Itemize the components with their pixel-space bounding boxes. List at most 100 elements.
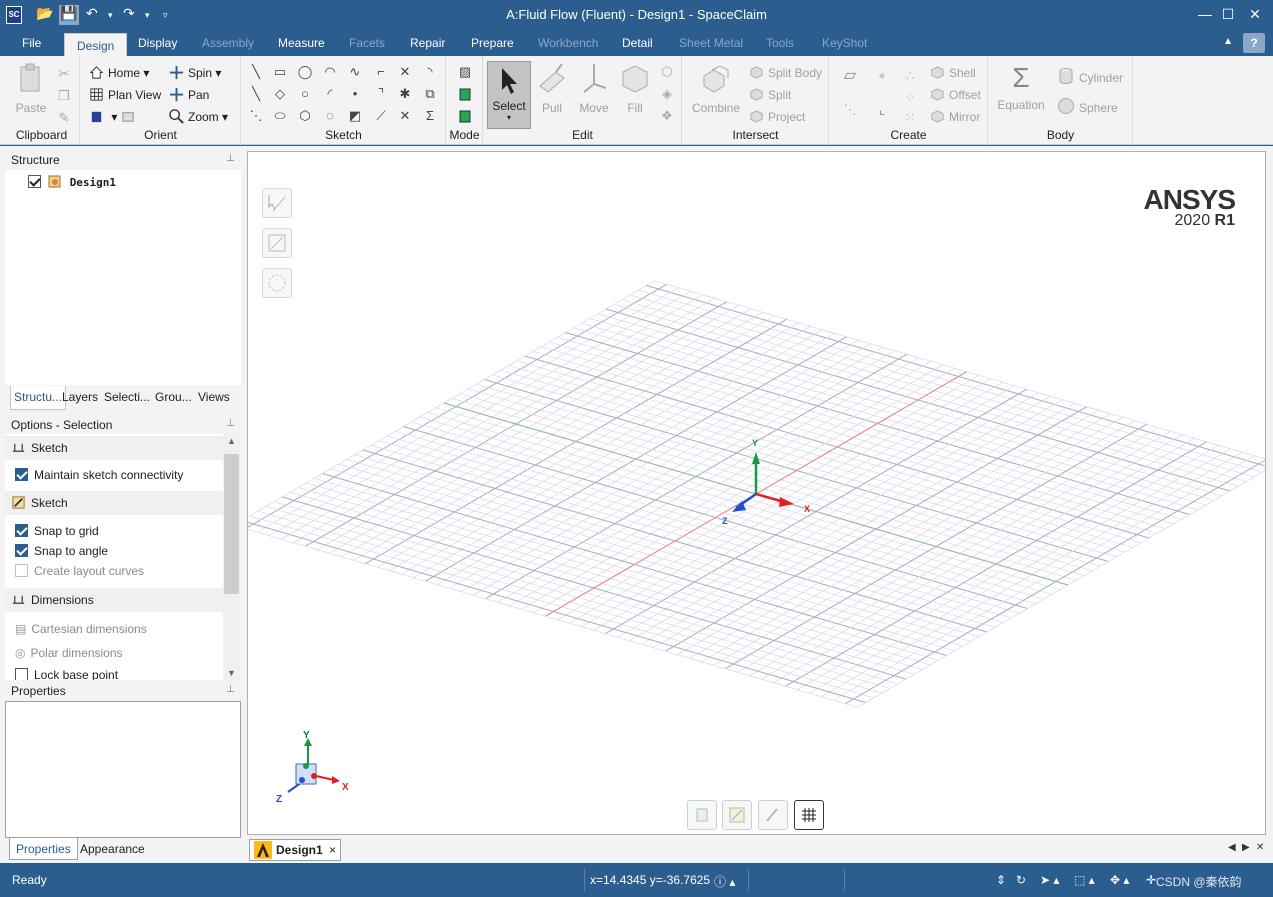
pan-status-icon[interactable]: ✛	[1146, 873, 1156, 887]
snap-grid-option[interactable]: Snap to grid	[15, 524, 99, 538]
move-button[interactable]: Move	[571, 62, 617, 115]
tab-tools[interactable]: Tools	[766, 36, 794, 50]
plan-view-button[interactable]: Plan View	[89, 87, 161, 102]
options-scrollbar[interactable]: ▲ ▼	[223, 434, 240, 680]
corner-icon[interactable]: ⌝	[373, 86, 389, 102]
tree-item-checkbox[interactable]	[28, 175, 41, 188]
split-body-button[interactable]: Split Body	[749, 65, 822, 80]
spin-status-icon[interactable]: ✥ ▴	[1110, 873, 1129, 887]
snap-view-icon[interactable]	[121, 109, 136, 124]
bend-icon[interactable]: ⟋	[373, 108, 389, 124]
tab-measure[interactable]: Measure	[278, 36, 325, 50]
snap-angle-checkbox[interactable]	[15, 544, 28, 557]
subtab-selection[interactable]: Selecti...	[104, 390, 150, 404]
fill-button[interactable]: Fill	[612, 62, 658, 115]
home-button[interactable]: Home ▾	[89, 65, 149, 80]
lock-base-checkbox[interactable]	[15, 668, 28, 680]
box-select-icon[interactable]: ⬚ ▴	[1074, 873, 1095, 887]
spin-button[interactable]: Spin ▾	[169, 65, 221, 80]
scroll-left-icon[interactable]: ◀	[1228, 842, 1236, 853]
pin-icon[interactable]: ⊥	[226, 418, 235, 429]
replace-icon[interactable]: ⬡	[659, 64, 675, 80]
maintain-connectivity-checkbox[interactable]	[15, 468, 28, 481]
cylinder-button[interactable]: Cylinder	[1057, 67, 1123, 85]
pan-button[interactable]: Pan	[169, 87, 209, 102]
equation-button[interactable]: Σ Equation	[995, 62, 1047, 112]
blend-icon[interactable]: ❖	[659, 108, 675, 124]
copy-icon[interactable]: ❐	[56, 88, 72, 104]
collapse-ribbon-icon[interactable]: ▲	[1223, 36, 1233, 47]
tab-workbench[interactable]: Workbench	[538, 36, 598, 50]
trim-icon[interactable]: ✕	[397, 64, 413, 80]
maintain-connectivity-option[interactable]: Maintain sketch connectivity	[15, 468, 183, 482]
rectangle-icon[interactable]: ▭	[272, 64, 288, 80]
select-new-sketch-plane-button[interactable]	[262, 188, 292, 218]
shell-button[interactable]: Shell	[930, 65, 976, 80]
project-button[interactable]: Project	[749, 109, 805, 124]
3d-mode-viewport-button[interactable]	[687, 800, 717, 830]
extend-icon[interactable]: ✕	[397, 108, 413, 124]
plane-icon[interactable]: ▱	[842, 68, 858, 84]
sphere-button[interactable]: Sphere	[1057, 97, 1118, 115]
sweep-arc-icon[interactable]: ◌	[322, 108, 338, 124]
document-tab-design1[interactable]: Design1 ×	[249, 839, 342, 861]
fillet-icon[interactable]: ⌐	[373, 64, 389, 80]
section-mode-icon[interactable]	[457, 86, 473, 102]
tab-properties[interactable]: Properties	[9, 838, 78, 860]
tab-display[interactable]: Display	[138, 36, 177, 50]
rotate-view-icon[interactable]: ↻	[1016, 873, 1026, 887]
show-grid-button[interactable]	[794, 800, 824, 830]
create-layout-option[interactable]: Create layout curves	[15, 564, 144, 578]
tab-prepare[interactable]: Prepare	[471, 36, 514, 50]
view-cube-button[interactable]: ▾	[89, 109, 140, 124]
polygon-icon[interactable]: ⬡	[297, 108, 313, 124]
line-icon[interactable]: ╲	[248, 64, 264, 80]
create-layout-checkbox[interactable]	[15, 564, 28, 577]
offset-curve-icon[interactable]: ◝	[422, 64, 438, 80]
select-button[interactable]: Select ▾	[487, 61, 531, 129]
tangent-line-icon[interactable]: ╲	[248, 86, 264, 102]
maximize-icon[interactable]: ☐	[1213, 6, 1243, 26]
sketch-mode-viewport-button[interactable]	[722, 800, 752, 830]
pull-button[interactable]: Pull	[529, 62, 575, 115]
tab-sheet-metal[interactable]: Sheet Metal	[679, 36, 743, 50]
subtab-structure[interactable]: Structu...	[10, 386, 67, 410]
snap-angle-option[interactable]: Snap to angle	[15, 544, 108, 558]
coordinate-system-icon[interactable]: ⌞	[874, 102, 890, 118]
select-mode-icon[interactable]: ➤ ▴	[1040, 873, 1059, 887]
face-curve-icon[interactable]: ◩	[347, 108, 363, 124]
tab-file[interactable]: File	[22, 36, 41, 50]
circle-icon[interactable]: ◯	[297, 64, 313, 80]
origin-icon[interactable]: ⌖	[874, 68, 890, 84]
section-mode-viewport-button[interactable]	[758, 800, 788, 830]
tab-assembly[interactable]: Assembly	[202, 36, 254, 50]
cartesian-option[interactable]: ▤ Cartesian dimensions	[15, 622, 147, 636]
move-grid-button[interactable]	[262, 228, 292, 258]
copy-curve-icon[interactable]: ⧉	[422, 86, 438, 102]
arc-icon[interactable]: ◠	[322, 64, 338, 80]
tab-detail[interactable]: Detail	[622, 36, 653, 50]
combine-button[interactable]: Combine	[692, 62, 740, 115]
lock-base-option[interactable]: Lock base point	[15, 668, 118, 680]
sigma-sketch-icon[interactable]: Σ	[422, 108, 438, 124]
3d-mode-icon[interactable]	[457, 108, 473, 124]
subtab-layers[interactable]: Layers	[62, 390, 98, 404]
format-painter-icon[interactable]: ✎	[56, 110, 72, 126]
axis-icon[interactable]: ⋱	[842, 102, 858, 118]
scroll-up-icon[interactable]: ▲	[227, 436, 236, 446]
snap-grid-checkbox[interactable]	[15, 524, 28, 537]
tweak-face-icon[interactable]: ◈	[659, 86, 675, 102]
split-line-icon[interactable]: ✱	[397, 86, 413, 102]
mirror-button[interactable]: Mirror	[930, 109, 980, 124]
construction-line-icon[interactable]: ⋱	[248, 108, 264, 124]
tree-item-design1[interactable]: Design1	[28, 173, 116, 189]
ellipse-icon[interactable]: ⬭	[272, 108, 288, 124]
pin-icon[interactable]: ⊥	[226, 684, 235, 695]
tab-repair[interactable]: Repair	[410, 36, 445, 50]
point-icon[interactable]: •	[347, 86, 363, 102]
zoom-button[interactable]: Zoom ▾	[169, 109, 228, 124]
updown-icon[interactable]: ⇕	[996, 873, 1006, 887]
close-tab-icon[interactable]: ×	[329, 843, 336, 857]
close-all-icon[interactable]: ✕	[1256, 842, 1264, 853]
cut-icon[interactable]: ✂	[56, 66, 72, 82]
